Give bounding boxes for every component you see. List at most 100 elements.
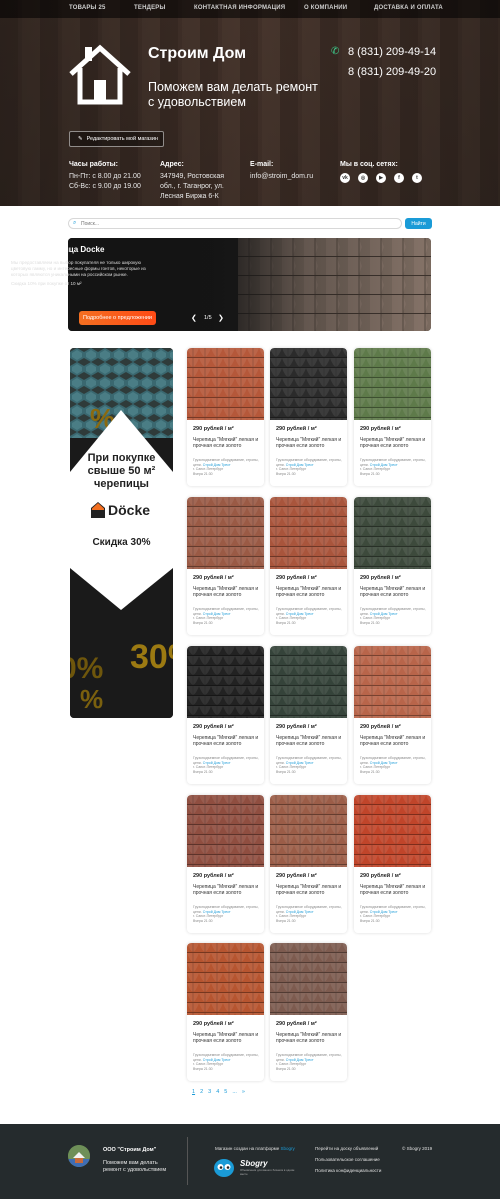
product-title[interactable]: Черепица "Мягкий" легкая и прочная если … [276, 586, 344, 598]
product-image[interactable] [270, 348, 347, 420]
product-image[interactable] [270, 795, 347, 867]
product-image[interactable] [270, 497, 347, 569]
product-city: г. Санкт-Петербург [193, 1062, 224, 1066]
footer-link-privacy[interactable]: Политика конфиденциальности [315, 1168, 381, 1173]
product-title[interactable]: Черепица "Мягкий" легкая и прочная если … [360, 586, 428, 598]
page-link[interactable]: 4 [216, 1089, 219, 1095]
product-seller-link[interactable]: Строй Дом Трест [203, 463, 231, 467]
product-meta: Грузоподъемное оборудование, стропы, цеп… [360, 607, 428, 625]
footer-platform-link[interactable]: Sbogry [281, 1146, 295, 1151]
product-card[interactable]: 290 рублей / м² Черепица "Мягкий" легкая … [187, 497, 264, 635]
instagram-icon[interactable]: ◎ [358, 173, 368, 183]
product-title[interactable]: Черепица "Мягкий" легкая и прочная если … [193, 586, 261, 598]
page-ellipsis: ... [232, 1089, 237, 1095]
product-card[interactable]: 290 рублей / м² Черепица "Мягкий" легкая … [187, 943, 264, 1081]
product-seller-link[interactable]: Строй Дом Трест [203, 910, 231, 914]
product-seller-link[interactable]: Строй Дом Трест [286, 761, 314, 765]
nav-item-contacts[interactable]: Контактная информация [194, 5, 285, 11]
page-link[interactable]: 2 [200, 1089, 203, 1095]
product-card[interactable]: 290 рублей / м² Черепица "Мягкий" легкая … [270, 646, 347, 784]
banner-promo: Скидка 10% при покупке от 10 м² [11, 281, 82, 286]
product-title[interactable]: Черепица "Мягкий" легкая и прочная если … [276, 1032, 344, 1044]
product-image[interactable] [354, 646, 431, 718]
facebook-icon[interactable]: f [394, 173, 404, 183]
search-button[interactable]: Найти [405, 218, 432, 229]
product-image[interactable] [354, 497, 431, 569]
product-image[interactable] [187, 646, 264, 718]
product-card[interactable]: 290 рублей / м² Черепица "Мягкий" легкая … [270, 795, 347, 933]
nav-item-delivery[interactable]: Доставка и оплата [374, 5, 443, 11]
page-link[interactable]: 1 [192, 1089, 195, 1095]
product-image[interactable] [187, 497, 264, 569]
product-seller-link[interactable]: Строй Дом Трест [370, 612, 398, 616]
product-card[interactable]: 290 рублей / м² Черепица "Мягкий" легкая … [187, 348, 264, 486]
product-title[interactable]: Черепица "Мягкий" легкая и прочная если … [276, 437, 344, 449]
banner-details-button[interactable]: Подробнее о предложении [79, 311, 156, 325]
footer-link-agreement[interactable]: Пользовательское соглашение [315, 1157, 380, 1162]
product-image[interactable] [187, 348, 264, 420]
nav-item-about[interactable]: О компании [304, 5, 347, 11]
product-date: Вчера 21:30 [276, 620, 296, 625]
product-date: Вчера 21:30 [193, 769, 213, 774]
product-title[interactable]: Черепица "Мягкий" легкая и прочная если … [193, 735, 261, 747]
product-title[interactable]: Черепица "Мягкий" легкая и прочная если … [193, 884, 261, 896]
footer-logo-name[interactable]: Sbogry [240, 1159, 268, 1168]
product-image[interactable] [270, 943, 347, 1015]
product-seller-link[interactable]: Строй Дом Трест [286, 1058, 314, 1062]
product-title[interactable]: Черепица "Мягкий" легкая и прочная если … [276, 884, 344, 896]
product-seller-link[interactable]: Строй Дом Трест [370, 910, 398, 914]
product-card[interactable]: 290 рублей / м² Черепица "Мягкий" легкая … [270, 497, 347, 635]
product-card[interactable]: 290 рублей / м² Черепица "Мягкий" легкая … [187, 795, 264, 933]
youtube-icon[interactable]: ▶ [376, 173, 386, 183]
page-link[interactable]: 5 [224, 1089, 227, 1095]
product-seller-link[interactable]: Строй Дом Трест [286, 463, 314, 467]
social-title: Мы в соц. сетях: [340, 161, 398, 168]
product-seller-link[interactable]: Строй Дом Трест [370, 761, 398, 765]
product-image[interactable] [187, 795, 264, 867]
product-card[interactable]: 290 рублей / м² Черепица "Мягкий" легкая … [354, 497, 431, 635]
product-card[interactable]: 290 рублей / м² Черепица "Мягкий" легкая … [187, 646, 264, 784]
search-input[interactable] [81, 220, 381, 228]
side-promo-banner[interactable]: % 30% 0% % При покупке свыше 50 м² череп… [70, 348, 173, 718]
product-meta: Грузоподъемное оборудование, стропы, цеп… [360, 756, 428, 774]
product-seller-link[interactable]: Строй Дом Трест [370, 463, 398, 467]
product-title[interactable]: Черепица "Мягкий" легкая и прочная если … [360, 735, 428, 747]
product-image[interactable] [354, 348, 431, 420]
product-seller-link[interactable]: Строй Дом Трест [286, 910, 314, 914]
product-card[interactable]: 290 рублей / м² Черепица "Мягкий" легкая … [270, 348, 347, 486]
product-title[interactable]: Черепица "Мягкий" легкая и прочная если … [360, 437, 428, 449]
product-title[interactable]: Черепица "Мягкий" легкая и прочная если … [360, 884, 428, 896]
product-card[interactable]: 290 рублей / м² Черепица "Мягкий" легкая … [354, 646, 431, 784]
footer-link-board[interactable]: Перейти на доску объявлений [315, 1146, 378, 1151]
banner-next-arrow-icon[interactable]: ❯ [218, 314, 224, 322]
product-card[interactable]: 290 рублей / м² Черепица "Мягкий" легкая … [270, 943, 347, 1081]
product-price: 290 рублей / м² [360, 724, 401, 730]
product-seller-link[interactable]: Строй Дом Трест [286, 612, 314, 616]
email-link[interactable]: info@stroim_dom.ru [250, 172, 330, 182]
product-image[interactable] [187, 943, 264, 1015]
product-image[interactable] [270, 646, 347, 718]
phone-number-1[interactable]: 8 (831) 209-49-14 [348, 46, 436, 58]
page-link[interactable]: 3 [208, 1089, 211, 1095]
product-card[interactable]: 290 рублей / м² Черепица "Мягкий" легкая … [354, 348, 431, 486]
product-seller-link[interactable]: Строй Дом Трест [203, 761, 231, 765]
footer-copyright: © Sbogry 2019 [402, 1146, 433, 1151]
sbogry-logo-icon[interactable] [214, 1159, 234, 1177]
product-card[interactable]: 290 рублей / м² Черепица "Мягкий" легкая … [354, 795, 431, 933]
work-hours: Часы работы: Пн-Пт: с 8.00 до 21.00 Сб-В… [69, 161, 149, 192]
site-name[interactable]: Строим Дом [148, 45, 246, 63]
edit-shop-button[interactable]: ✎ Редактировать мой магазин [69, 131, 164, 147]
product-seller-link[interactable]: Строй Дом Трест [203, 1058, 231, 1062]
product-seller-link[interactable]: Строй Дом Трест [203, 612, 231, 616]
product-title[interactable]: Черепица "Мягкий" легкая и прочная если … [193, 1032, 261, 1044]
phone-number-2[interactable]: 8 (831) 209-49-20 [348, 66, 436, 78]
nav-item-tenders[interactable]: Тендеры [134, 5, 166, 11]
twitter-icon[interactable]: t [412, 173, 422, 183]
nav-item-products[interactable]: Товары 25 [69, 5, 106, 11]
product-title[interactable]: Черепица "Мягкий" легкая и прочная если … [193, 437, 261, 449]
product-image[interactable] [354, 795, 431, 867]
page-next[interactable]: » [242, 1089, 245, 1095]
product-title[interactable]: Черепица "Мягкий" легкая и прочная если … [276, 735, 344, 747]
banner-prev-arrow-icon[interactable]: ❮ [191, 314, 197, 322]
vk-icon[interactable]: vk [340, 173, 350, 183]
